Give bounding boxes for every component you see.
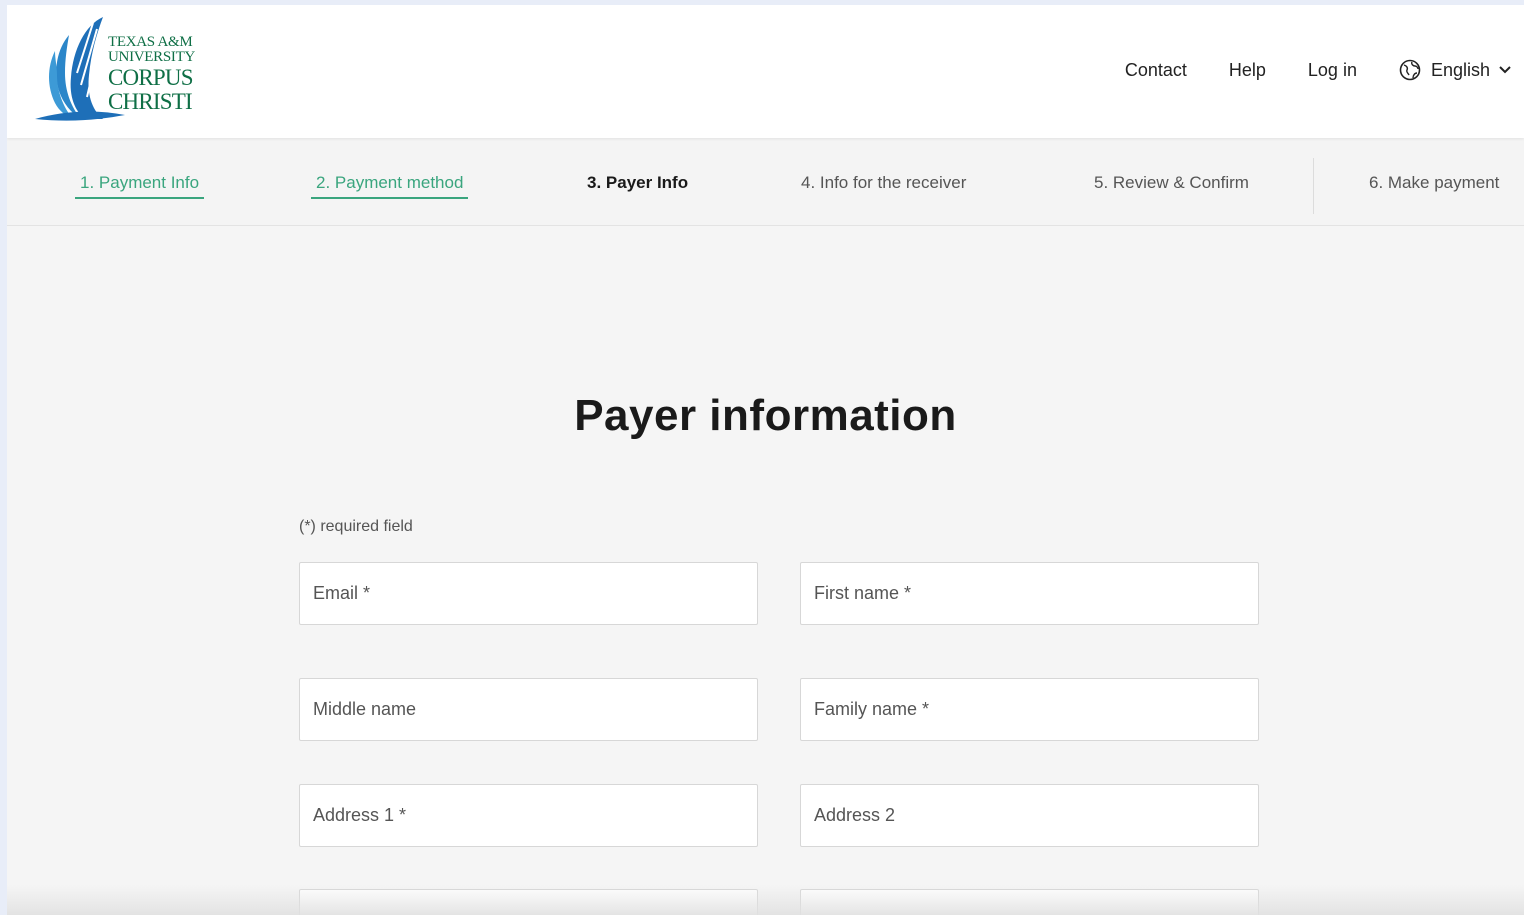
- help-link[interactable]: Help: [1229, 60, 1266, 81]
- middle-name-input[interactable]: [299, 678, 758, 741]
- logo-line2: UNIVERSITY: [108, 49, 195, 65]
- state-input[interactable]: [800, 889, 1259, 915]
- chevron-down-icon: [1499, 66, 1511, 74]
- logo-line1: TEXAS A&M: [108, 34, 193, 50]
- globe-icon: [1399, 59, 1421, 81]
- header: TEXAS A&M UNIVERSITY CORPUS CHRISTI Cont…: [7, 5, 1524, 138]
- family-name-input[interactable]: [800, 678, 1259, 741]
- first-name-input[interactable]: [800, 562, 1259, 625]
- step-divider: [1313, 158, 1314, 214]
- address1-input[interactable]: [299, 784, 758, 847]
- step-payment-info[interactable]: 1. Payment Info: [75, 173, 205, 199]
- university-logo[interactable]: TEXAS A&M UNIVERSITY CORPUS CHRISTI: [33, 15, 213, 123]
- page-title: Payer information: [574, 391, 957, 440]
- contact-link[interactable]: Contact: [1125, 60, 1187, 81]
- page: TEXAS A&M UNIVERSITY CORPUS CHRISTI Cont…: [7, 5, 1524, 915]
- step-receiver-info: 4. Info for the receiver: [801, 173, 967, 192]
- city-input[interactable]: [299, 889, 758, 915]
- step-make-payment: 6. Make payment: [1369, 173, 1500, 192]
- required-field-note: (*) required field: [299, 518, 413, 535]
- top-nav: Contact Help Log in English: [1125, 59, 1524, 81]
- step-payer-info: 3. Payer Info: [587, 173, 689, 192]
- logo-wordmark: TEXAS A&M UNIVERSITY CORPUS CHRISTI: [108, 34, 195, 114]
- email-input[interactable]: [299, 562, 758, 625]
- logo-line3: CORPUS: [108, 65, 193, 90]
- login-link[interactable]: Log in: [1308, 60, 1357, 81]
- step-review-confirm: 5. Review & Confirm: [1094, 173, 1249, 192]
- address2-input[interactable]: [800, 784, 1259, 847]
- language-label: English: [1430, 59, 1490, 80]
- logo-line4: CHRISTI: [108, 89, 193, 114]
- progress-steps: 1. Payment Info 2. Payment method 3. Pay…: [7, 138, 1524, 226]
- scroll-fade: [7, 885, 1524, 915]
- step-payment-method[interactable]: 2. Payment method: [311, 173, 469, 199]
- language-selector[interactable]: English: [1399, 59, 1512, 81]
